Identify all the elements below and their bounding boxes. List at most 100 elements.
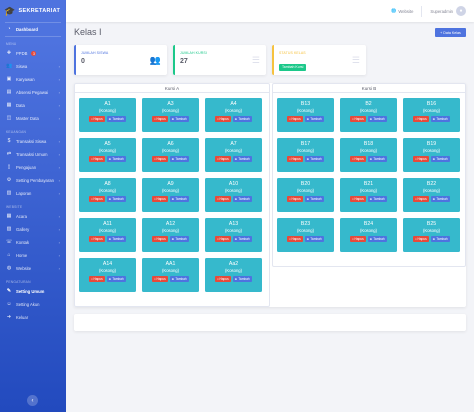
plus-circle-icon: ⊕ xyxy=(432,157,436,162)
sidebar-item-siswa[interactable]: 👥 Siswa › xyxy=(0,60,66,73)
tambah-button[interactable]: ⊕ Tambah xyxy=(169,236,189,243)
sidebar-item-ppdb[interactable]: ✚ PPDB 3 xyxy=(0,47,66,60)
sidebar-item-keluar[interactable]: ➜ Keluar xyxy=(0,311,66,324)
sidebar-item-transaksi-umum[interactable]: ⇄ Transaksi Umum › xyxy=(0,148,66,161)
add-data-kelas-button[interactable]: + Data Kelas xyxy=(435,28,466,37)
panel-title: Kursi B xyxy=(273,84,465,93)
hapus-button[interactable]: ▪ Hapus xyxy=(413,196,429,203)
tambah-button[interactable]: ⊕ Tambah xyxy=(169,156,189,163)
tambah-button[interactable]: ⊕ Tambah xyxy=(169,116,189,123)
tambah-label: Tambah xyxy=(238,157,250,162)
tambah-button[interactable]: ⊕ Tambah xyxy=(232,196,252,203)
hapus-button[interactable]: ▪ Hapus xyxy=(89,116,105,123)
hapus-button[interactable]: ▪ Hapus xyxy=(89,236,105,243)
tambah-button[interactable]: ⊕ Tambah xyxy=(169,276,189,283)
tambah-button[interactable]: ⊕ Tambah xyxy=(367,116,387,123)
sidebar-item-laporan[interactable]: ▥ Laporan › xyxy=(0,187,66,200)
tambah-button[interactable]: ⊕ Tambah xyxy=(430,116,450,123)
hapus-button[interactable]: ▪ Hapus xyxy=(287,156,303,163)
hapus-button[interactable]: ▪ Hapus xyxy=(152,236,168,243)
tambah-button[interactable]: ⊕ Tambah xyxy=(304,116,324,123)
hapus-button[interactable]: ▪ Hapus xyxy=(350,236,366,243)
sidebar-item-kontak[interactable]: ☏ Kontak › xyxy=(0,236,66,249)
tambah-button[interactable]: ⊕ Tambah xyxy=(169,196,189,203)
avatar[interactable]: ● xyxy=(456,6,466,16)
user-name[interactable]: Superadmin xyxy=(430,9,453,14)
sidebar-item-setting-akun[interactable]: ☺ Setting Akun xyxy=(0,298,66,311)
tambah-button[interactable]: ⊕ Tambah xyxy=(367,236,387,243)
hapus-button[interactable]: ▪ Hapus xyxy=(89,196,105,203)
desk-actions: ▪ Hapus ⊕ Tambah xyxy=(287,196,324,203)
tambah-button[interactable]: ⊕ Tambah xyxy=(106,196,126,203)
desk-card: A8 (Kosong) ▪ Hapus ⊕ Tambah xyxy=(79,178,136,212)
sidebar-item-pengajuan[interactable]: ▯ Pengajuan › xyxy=(0,161,66,174)
tambah-button[interactable]: ⊕ Tambah xyxy=(430,236,450,243)
hapus-button[interactable]: ▪ Hapus xyxy=(152,156,168,163)
tambah-button[interactable]: ⊕ Tambah xyxy=(106,156,126,163)
sidebar-item-absensi-pegawai[interactable]: ▤ Absensi Pegawai › xyxy=(0,86,66,99)
website-link[interactable]: 🌐 Website xyxy=(391,8,413,14)
hapus-button[interactable]: ▪ Hapus xyxy=(215,236,231,243)
hapus-button[interactable]: ▪ Hapus xyxy=(287,196,303,203)
tambah-button[interactable]: ⊕ Tambah xyxy=(430,156,450,163)
tambah-button[interactable]: ⊕ Tambah xyxy=(430,196,450,203)
tambah-button[interactable]: ⊕ Tambah xyxy=(232,236,252,243)
tambah-label: Tambah xyxy=(310,197,322,202)
sidebar-item-dashboard[interactable]: ◔ Dashboard xyxy=(0,23,66,36)
sidebar-item-home[interactable]: ⌂ Home › xyxy=(0,249,66,262)
tambah-label: Tambah xyxy=(436,197,448,202)
brand[interactable]: 🎓 SEKRETARIAT xyxy=(0,0,66,22)
tambah-button[interactable]: ⊕ Tambah xyxy=(232,156,252,163)
chevron-right-icon: › xyxy=(58,139,60,144)
hapus-button[interactable]: ▪ Hapus xyxy=(413,156,429,163)
sidebar-item-data[interactable]: ▦ Data › xyxy=(0,99,66,112)
classroom-card: Kursi A A1 (Kosong) ▪ Hapus ⊕ Tambah A3 (Kosong… xyxy=(74,83,466,307)
sidebar-item-gallery[interactable]: ▨ Gallery › xyxy=(0,223,66,236)
tambah-label: Tambah xyxy=(238,117,250,122)
hapus-button[interactable]: ▪ Hapus xyxy=(152,276,168,283)
tambah-kursi-button[interactable]: Tambah Kursi xyxy=(279,63,307,71)
hapus-button[interactable]: ▪ Hapus xyxy=(215,156,231,163)
hapus-button[interactable]: ▪ Hapus xyxy=(152,116,168,123)
tambah-button[interactable]: ⊕ Tambah xyxy=(304,196,324,203)
tambah-button[interactable]: ⊕ Tambah xyxy=(232,116,252,123)
tambah-button[interactable]: ⊕ Tambah xyxy=(304,236,324,243)
hapus-button[interactable]: ▪ Hapus xyxy=(287,116,303,123)
sidebar-item-acara[interactable]: ▦ Acara › xyxy=(0,210,66,223)
hapus-button[interactable]: ▪ Hapus xyxy=(89,276,105,283)
sidebar-item-transaksi-siswa[interactable]: $ Transaksi Siswa › xyxy=(0,135,66,148)
sidebar-item-master-data[interactable]: ◫ Master Data › xyxy=(0,112,66,125)
hapus-button[interactable]: ▪ Hapus xyxy=(215,116,231,123)
hapus-button[interactable]: ▪ Hapus xyxy=(413,116,429,123)
tambah-button[interactable]: ⊕ Tambah xyxy=(367,156,387,163)
desk-actions: ▪ Hapus ⊕ Tambah xyxy=(89,236,126,243)
desk-actions: ▪ Hapus ⊕ Tambah xyxy=(215,236,252,243)
hapus-button[interactable]: ▪ Hapus xyxy=(152,196,168,203)
tambah-button[interactable]: ⊕ Tambah xyxy=(232,276,252,283)
hapus-button[interactable]: ▪ Hapus xyxy=(350,116,366,123)
tambah-button[interactable]: ⊕ Tambah xyxy=(367,196,387,203)
sidebar-toggle-button[interactable]: ‹ xyxy=(27,395,38,406)
sidebar-item-website[interactable]: ◍ Website › xyxy=(0,262,66,275)
desk-actions: ▪ Hapus ⊕ Tambah xyxy=(287,116,324,123)
sidebar-item-setting-pembayaran[interactable]: ⚙ Setting Pembayaran › xyxy=(0,174,66,187)
hapus-button[interactable]: ▪ Hapus xyxy=(215,196,231,203)
tambah-button[interactable]: ⊕ Tambah xyxy=(106,236,126,243)
sidebar-item-setting-umum[interactable]: ✎ Setting Umum xyxy=(0,285,66,298)
graduation-cap-icon: 🎓 xyxy=(4,5,16,16)
sidebar-item-karyawan[interactable]: ▣ Karyawan › xyxy=(0,73,66,86)
tambah-button[interactable]: ⊕ Tambah xyxy=(106,116,126,123)
hapus-button[interactable]: ▪ Hapus xyxy=(350,156,366,163)
desk-code: B16 xyxy=(426,101,437,107)
tambah-button[interactable]: ⊕ Tambah xyxy=(106,276,126,283)
desk-status: (Kosong) xyxy=(99,188,116,194)
hapus-button[interactable]: ▪ Hapus xyxy=(89,156,105,163)
hapus-button[interactable]: ▪ Hapus xyxy=(215,276,231,283)
hapus-button[interactable]: ▪ Hapus xyxy=(287,236,303,243)
trash-icon: ▪ xyxy=(217,277,219,282)
hapus-label: Hapus xyxy=(291,197,301,202)
hapus-button[interactable]: ▪ Hapus xyxy=(350,196,366,203)
sidebar-item-label: Setting Umum xyxy=(16,289,45,294)
tambah-button[interactable]: ⊕ Tambah xyxy=(304,156,324,163)
hapus-button[interactable]: ▪ Hapus xyxy=(413,236,429,243)
